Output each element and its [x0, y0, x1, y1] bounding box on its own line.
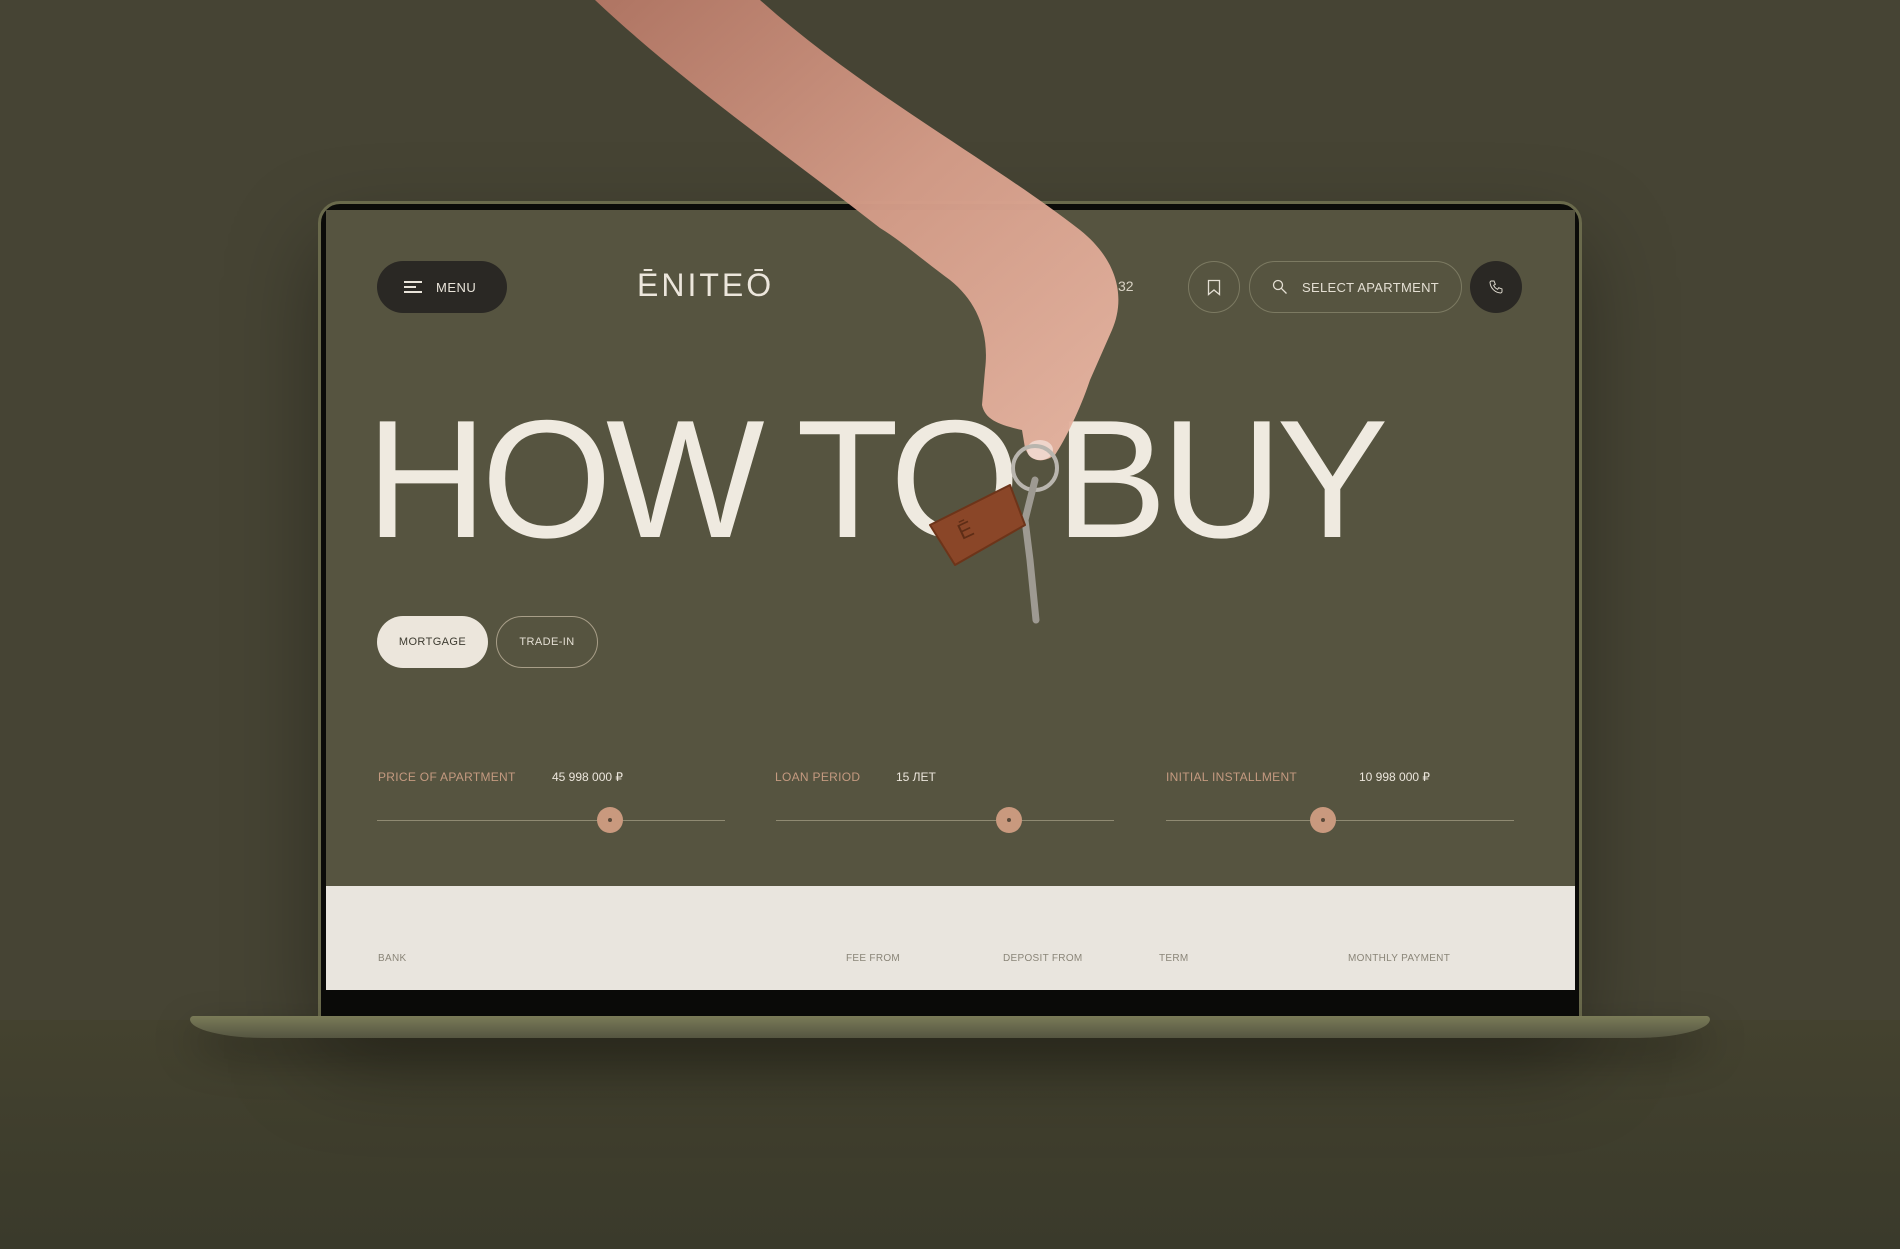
price-slider-value: 45 998 000 ₽: [552, 770, 624, 784]
background-shade: [0, 1020, 1900, 1249]
search-icon: [1272, 279, 1287, 294]
loan-period-track[interactable]: [776, 807, 1114, 833]
col-term[interactable]: TERM: [1159, 953, 1189, 964]
loan-period-label: LOAN PERIOD: [775, 770, 861, 784]
loan-period-thumb[interactable]: [996, 807, 1023, 833]
col-fee-from[interactable]: FEE FROM: [846, 953, 900, 964]
select-apartment-label: SELECT APARTMENT: [1302, 279, 1440, 295]
tab-mortgage[interactable]: MORTGAGE: [377, 616, 488, 668]
initial-installment-value: 10 998 000 ₽: [1359, 770, 1431, 784]
menu-icon: [404, 281, 422, 293]
bookmark-button[interactable]: [1188, 261, 1240, 313]
select-apartment-button[interactable]: SELECT APARTMENT: [1249, 261, 1462, 313]
initial-installment-track[interactable]: [1166, 807, 1514, 833]
page-title: HOW TO BUY: [366, 385, 1389, 573]
col-deposit-from[interactable]: DEPOSIT FROM: [1003, 953, 1083, 964]
laptop-screen: MENU ĒNITEŌ 32 SELECT APARTMENT HOW TO B…: [326, 210, 1575, 990]
bank-table: BANK FEE FROM DEPOSIT FROM TERM MONTHLY …: [326, 886, 1575, 990]
tab-trade-in[interactable]: TRADE-IN: [496, 616, 598, 668]
price-slider-thumb[interactable]: [597, 807, 624, 833]
call-button[interactable]: [1470, 261, 1522, 313]
bookmark-icon: [1207, 279, 1221, 296]
logo[interactable]: ĒNITEŌ: [637, 267, 774, 304]
phone-number[interactable]: 32: [1118, 278, 1134, 294]
col-monthly-payment[interactable]: MONTHLY PAYMENT: [1348, 953, 1450, 964]
col-bank[interactable]: BANK: [378, 953, 406, 964]
menu-label: MENU: [436, 279, 477, 295]
initial-installment-label: INITIAL INSTALLMENT: [1166, 770, 1298, 784]
phone-icon: [1489, 280, 1503, 294]
loan-period-value: 15 ЛЕТ: [896, 770, 936, 784]
price-slider-label: PRICE OF APARTMENT: [378, 770, 516, 784]
menu-button[interactable]: MENU: [377, 261, 507, 313]
initial-installment-thumb[interactable]: [1309, 807, 1336, 833]
price-slider-track[interactable]: [377, 807, 725, 833]
laptop-base: [190, 1016, 1710, 1038]
